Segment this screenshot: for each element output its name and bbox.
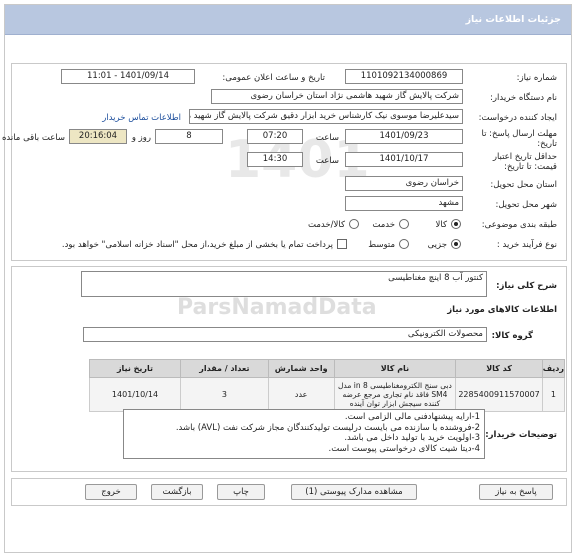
province-label: استان محل تحویل: (490, 180, 557, 190)
buyer-contact-link[interactable]: اطلاعات تماس خریدار (102, 113, 181, 123)
note-line: 4-دیتا شیت کالای درخواستی پیوست است. (328, 443, 480, 454)
validity-time-field: 14:30 (247, 152, 303, 167)
col-code: کد کالا (455, 359, 543, 378)
remaining-time-label: ساعت باقی مانده (1, 133, 65, 143)
title-bar: جزئیات اطلاعات نیاز (5, 5, 571, 35)
days-remaining-field: 8 (155, 129, 223, 144)
buyer-org-label: نام دستگاه خریدار: (490, 93, 557, 103)
goods-group-field: محصولات الکترونیکی (83, 327, 487, 342)
summary-label: شرح کلی نیاز: (496, 281, 557, 291)
note-line: 3-اولویت خرید با تولید داخل می باشد. (344, 433, 480, 443)
process-minor-radio[interactable] (451, 239, 461, 249)
reply-button[interactable]: پاسخ به نیاز (479, 484, 553, 500)
announce-date-label: تاریخ و ساعت اعلان عمومی: (222, 73, 325, 83)
exit-button[interactable]: خروج (85, 484, 137, 500)
cell-code: 2285400911570007 (455, 377, 543, 412)
deadline-time-field: 07:20 (247, 129, 303, 144)
table-row: 1 2285400911570007 دبی سنج الکترومغناطیس… (89, 377, 566, 412)
process-medium-label: متوسط (368, 240, 395, 250)
process-label: نوع فرآیند خرید : (496, 240, 557, 250)
cell-name: دبی سنج الکترومغناطیسی 8 in مدل SM4 فاقد… (333, 377, 457, 412)
summary-field: کنتور آب 8 اینچ مغناطیسی (81, 271, 487, 297)
back-button[interactable]: بازگشت (151, 484, 203, 500)
goods-section-title: اطلاعات کالاهای مورد نیاز (447, 305, 557, 315)
col-qty: تعداد / مقدار (179, 359, 269, 378)
col-date: تاریخ نیاز (89, 359, 181, 378)
buyer-org-field: شرکت پالایش گاز شهید هاشمی نژاد استان خر… (211, 89, 463, 104)
page-title: جزئیات اطلاعات نیاز (465, 14, 561, 25)
treasury-payment-note: پرداخت تمام یا بخشی از مبلغ خرید،از محل … (61, 240, 333, 250)
print-button[interactable]: چاپ (217, 484, 265, 500)
treasury-payment-checkbox[interactable] (337, 239, 347, 249)
deadline-date-field: 1401/09/23 (345, 129, 463, 144)
note-line: 2-فروشنده با سازنده می بایست درلیست تولی… (175, 422, 480, 433)
cell-qty: 3 (179, 377, 269, 412)
cell-row: 1 (541, 377, 566, 412)
goods-group-label: گروه کالا: (491, 331, 533, 341)
need-number-field: 1101092134000869 (345, 69, 463, 84)
category-goods-label: کالا (435, 220, 447, 230)
category-goods-radio[interactable] (451, 219, 461, 229)
notes-label: توضیحات خریدار: (485, 430, 557, 440)
cell-date: 1401/10/14 (89, 377, 181, 412)
need-number-label: شماره نیاز: (516, 73, 557, 83)
deadline-label: مهلت ارسال پاسخ: تا تاریخ: (481, 129, 557, 149)
cell-unit: عدد (267, 377, 335, 412)
city-field: مشهد (345, 196, 463, 211)
announce-date-field: 1401/09/14 - 11:01 (61, 69, 195, 84)
remaining-time-field: 20:16:04 (69, 129, 127, 144)
goods-table-header: ردیف کد کالا نام کالا واحد شمارش تعداد /… (89, 359, 566, 378)
page-container: جزئیات اطلاعات نیاز 1401 ParsNamadData ش… (1, 4, 572, 553)
attachments-button[interactable]: مشاهده مدارک پیوستی (1) (291, 484, 417, 500)
creator-label: ایجاد کننده درخواست: (478, 113, 557, 123)
validity-label: حداقل تاریخ اعتبار قیمت: تا تاریخ: (492, 152, 557, 172)
city-label: شهر محل تحویل: (495, 200, 557, 210)
col-name: نام کالا (333, 359, 457, 378)
process-minor-label: جزیی (427, 240, 447, 250)
category-goods-service-label: کالا/خدمت (308, 220, 345, 230)
buyer-notes-box: 1-ارایه پیشنهادفنی مالی الزامی است. 2-فر… (123, 409, 485, 459)
col-row: ردیف (541, 359, 566, 378)
validity-time-label: ساعت (315, 156, 339, 166)
creator-field: سیدعلیرضا موسوی نیک کارشناس خرید ابزار د… (189, 109, 463, 124)
category-label: طبقه بندی موضوعی: (481, 220, 557, 230)
province-field: خراسان رضوی (345, 176, 463, 191)
col-unit: واحد شمارش (267, 359, 335, 378)
process-medium-radio[interactable] (399, 239, 409, 249)
note-line: 1-ارایه پیشنهادفنی مالی الزامی است. (344, 412, 480, 422)
category-service-label: خدمت (372, 220, 395, 230)
validity-date-field: 1401/10/17 (345, 152, 463, 167)
category-goods-service-radio[interactable] (349, 219, 359, 229)
deadline-time-label: ساعت (315, 133, 339, 143)
category-service-radio[interactable] (399, 219, 409, 229)
days-label: روز و (131, 133, 151, 143)
goods-table: ردیف کد کالا نام کالا واحد شمارش تعداد /… (89, 359, 566, 412)
